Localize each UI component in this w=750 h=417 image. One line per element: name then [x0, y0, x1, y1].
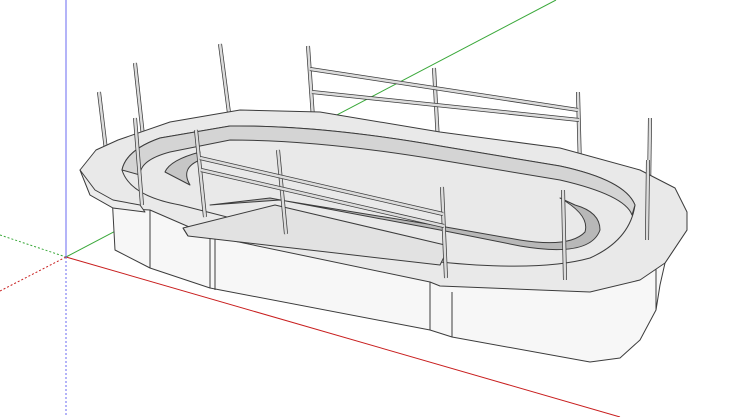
- rail-post-fill: [645, 159, 650, 241]
- green-axis-dotted: [0, 234, 67, 258]
- rail-post-fill: [218, 43, 231, 114]
- red-axis-dotted: [0, 256, 67, 292]
- 3d-viewport[interactable]: [0, 0, 750, 417]
- rail-post-fill: [97, 91, 108, 151]
- racetrack-model[interactable]: [79, 43, 688, 363]
- scene-svg[interactable]: [0, 0, 750, 417]
